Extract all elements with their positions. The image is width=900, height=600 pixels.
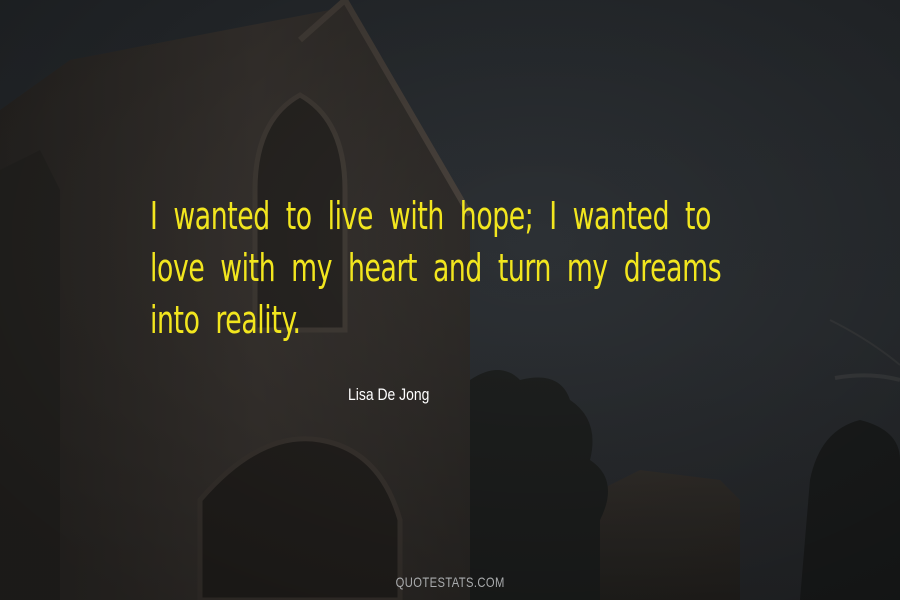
quote-text: I wanted to live with hope; I wanted to … bbox=[150, 190, 774, 346]
quote-line: into reality. bbox=[150, 298, 301, 342]
watermark-text: QUOTESTATS.COM bbox=[395, 574, 505, 590]
quote-line: I wanted to live with hope; I wanted to bbox=[150, 194, 711, 238]
quote-image: I wanted to live with hope; I wanted to … bbox=[0, 0, 900, 600]
site-watermark: QUOTESTATS.COM bbox=[0, 574, 900, 590]
quote-author: Lisa De Jong bbox=[348, 385, 430, 404]
quote-line: love with my heart and turn my dreams bbox=[150, 246, 722, 290]
